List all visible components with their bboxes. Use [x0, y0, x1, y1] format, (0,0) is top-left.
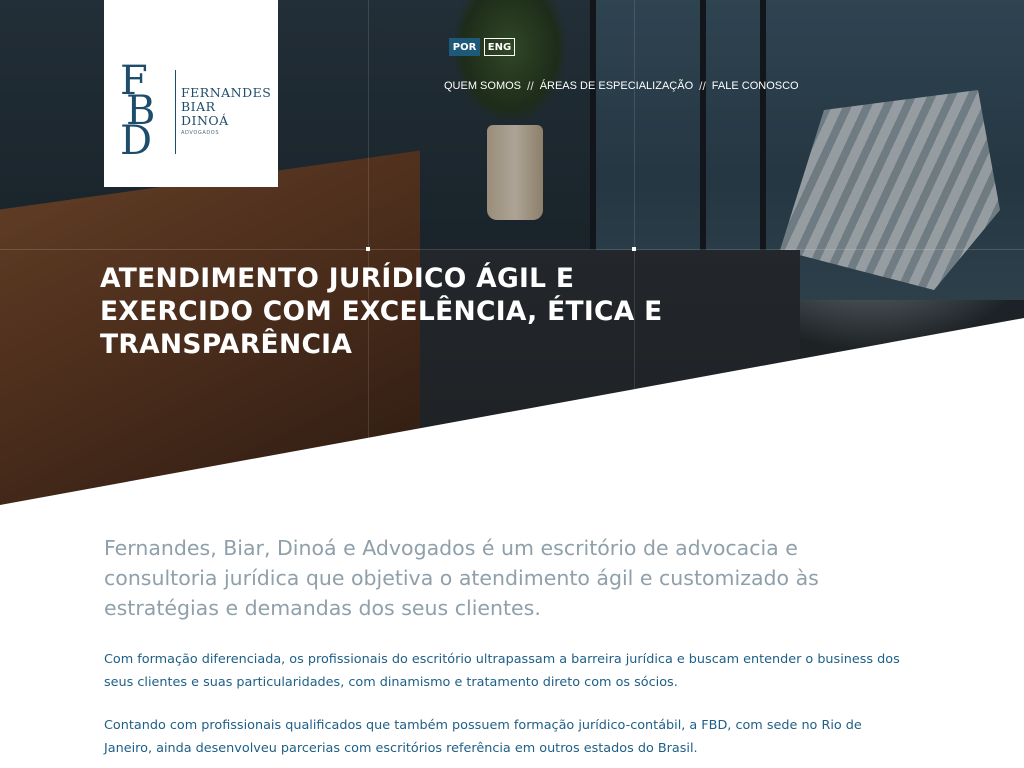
hero-guide-dot — [366, 247, 370, 251]
logo-name: FERNANDES BIAR DINOÁ — [181, 86, 271, 128]
hero-title-line: EXERCIDO COM EXCELÊNCIA, ÉTICA E — [100, 296, 663, 327]
hero-guide-dot — [632, 247, 636, 251]
body-paragraph: Contando com profissionais qualificados … — [104, 714, 924, 760]
hero-guide-line — [0, 249, 1024, 250]
intro-lead-line: Fernandes, Biar, Dinoá e Advogados é um … — [104, 536, 798, 560]
body-paragraph-line: seus clientes e suas particularidades, c… — [104, 675, 678, 690]
body-paragraph-line: Com formação diferenciada, os profission… — [104, 652, 900, 667]
logo-name-line: FERNANDES — [181, 85, 272, 100]
main-nav: QUEM SOMOS // ÁREAS DE ESPECIALIZAÇÃO //… — [444, 79, 799, 93]
logo-name-line: DINOÁ — [181, 113, 229, 128]
logo-subtitle: ADVOGADOS — [181, 130, 220, 136]
nav-item-fale-conosco[interactable]: FALE CONOSCO — [712, 80, 799, 92]
lang-por-button[interactable]: POR — [449, 38, 480, 56]
hero-title-line: ATENDIMENTO JURÍDICO ÁGIL E — [100, 263, 575, 294]
hero-guide-line — [368, 0, 369, 510]
intro-lead: Fernandes, Biar, Dinoá e Advogados é um … — [104, 533, 924, 623]
fbd-logo-icon: F B D — [120, 61, 172, 164]
intro-lead-line: estratégias e demandas dos seus clientes… — [104, 596, 541, 620]
nav-item-quem-somos[interactable]: QUEM SOMOS — [444, 80, 521, 92]
hero-title: ATENDIMENTO JURÍDICO ÁGIL E EXERCIDO COM… — [100, 262, 700, 361]
body-paragraph-line: Janeiro, ainda desenvolveu parcerias com… — [104, 741, 698, 756]
logo-divider — [175, 70, 176, 154]
intro-lead-line: consultoria jurídica que objetiva o aten… — [104, 566, 819, 590]
body-paragraph: Com formação diferenciada, os profission… — [104, 648, 924, 694]
nav-separator: // — [527, 79, 534, 93]
nav-item-areas[interactable]: ÁREAS DE ESPECIALIZAÇÃO — [540, 80, 693, 92]
lang-eng-button[interactable]: ENG — [484, 38, 515, 56]
hero-title-line: TRANSPARÊNCIA — [100, 329, 353, 360]
logo-name-line: BIAR — [181, 99, 216, 114]
logo-monogram-letter: D — [120, 118, 153, 164]
body-paragraph-line: Contando com profissionais qualificados … — [104, 718, 862, 733]
nav-separator: // — [699, 79, 706, 93]
